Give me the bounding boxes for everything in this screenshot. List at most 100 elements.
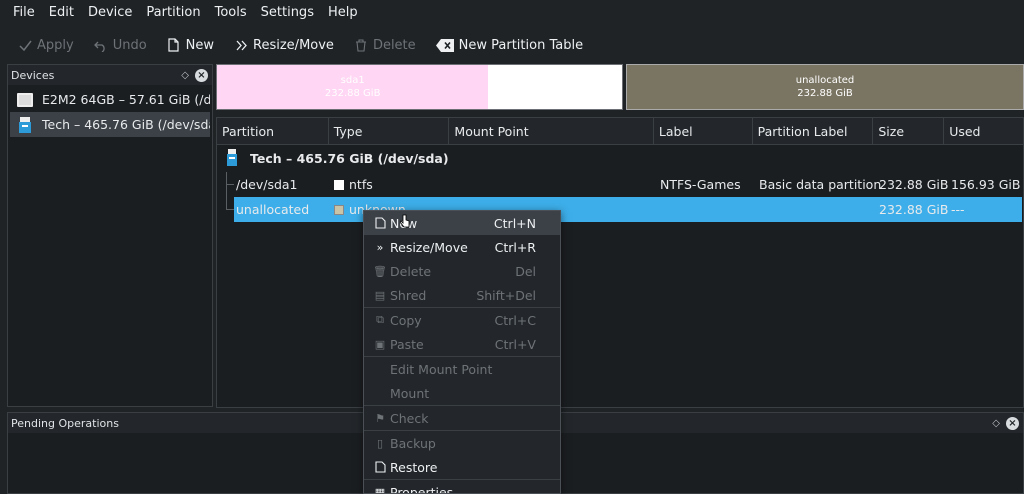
menu-file[interactable]: File <box>6 0 42 25</box>
menu-device[interactable]: Device <box>81 0 139 25</box>
new-button[interactable]: New <box>167 38 214 53</box>
menu-settings[interactable]: Settings <box>254 0 321 25</box>
column-header-label[interactable]: Label <box>654 118 753 144</box>
cell-partition: unallocated <box>236 202 310 217</box>
column-header-partition-label[interactable]: Partition Label <box>753 118 874 144</box>
double-chevron-icon <box>234 38 248 52</box>
device-row-label: Tech – 465.76 GiB (/dev/sda) <box>250 151 449 166</box>
checkmark-icon <box>18 38 32 52</box>
column-header-size[interactable]: Size <box>873 118 945 144</box>
partition-graphic-unallocated[interactable]: unallocated 232.88 GiB <box>626 64 1024 110</box>
table-header: Partition Type Mount Point Label Partiti… <box>217 118 1023 145</box>
cell-label: NTFS-Games <box>660 177 741 192</box>
menu-edit[interactable]: Edit <box>42 0 81 25</box>
column-header-used[interactable]: Used <box>944 118 1023 144</box>
apply-button[interactable]: Apply <box>18 38 74 53</box>
backup-icon: ▯ <box>376 436 384 450</box>
cell-used: 156.93 GiB <box>951 177 1021 192</box>
menu-item-shortcut: Del <box>515 263 536 279</box>
context-menu-copy[interactable]: ⧉ Copy Ctrl+C <box>364 308 560 332</box>
menu-partition[interactable]: Partition <box>139 0 207 25</box>
flag-icon: ⚑ <box>375 411 385 425</box>
new-label: New <box>185 37 215 53</box>
fs-color-swatch <box>334 180 344 190</box>
drive-icon <box>16 116 34 134</box>
double-chevron-icon: » <box>376 240 384 254</box>
device-item-tech[interactable]: Tech – 465.76 GiB (/dev/sda) <box>10 112 210 137</box>
context-menu-paste[interactable]: ▣ Paste Ctrl+V <box>364 332 560 356</box>
menu-item-label: Mount <box>390 385 430 401</box>
new-document-icon <box>372 217 388 229</box>
close-icon[interactable]: × <box>195 68 208 82</box>
partition-graphic-sda1[interactable]: sda1 232.88 GiB <box>216 64 623 110</box>
context-menu-new[interactable]: New Ctrl+N <box>364 211 560 235</box>
menu-item-label: Edit Mount Point <box>390 361 493 377</box>
cell-type-text: ntfs <box>349 177 373 192</box>
context-menu-delete[interactable]: 🗑 Delete Del <box>364 259 560 283</box>
float-icon[interactable]: ◇ <box>992 418 1000 429</box>
menu-item-label: Check <box>390 410 429 426</box>
context-menu-edit-mount-point[interactable]: Edit Mount Point <box>364 357 560 381</box>
menu-item-label: Copy <box>390 312 422 328</box>
menu-item-shortcut: Ctrl+N <box>493 215 536 231</box>
device-label: Tech – 465.76 GiB (/dev/sda) <box>42 117 210 132</box>
restore-icon <box>372 461 388 473</box>
context-menu-properties[interactable]: ▦ Properties <box>364 480 560 494</box>
resize-move-button[interactable]: Resize/Move <box>234 38 334 53</box>
menu-item-shortcut: Shift+Del <box>476 287 536 303</box>
menu-item-label: Shred <box>390 287 427 303</box>
column-header-type[interactable]: Type <box>329 118 450 144</box>
devices-title: Devices <box>11 68 55 82</box>
drive-icon <box>225 149 239 170</box>
menu-item-shortcut: Ctrl+R <box>494 239 536 255</box>
device-item-e2m2[interactable]: E2M2 64GB – 57.61 GiB (/de... <box>10 87 210 112</box>
toolbar: Apply Undo New Resize/Move Delete New Pa… <box>0 31 1024 59</box>
context-menu-backup[interactable]: ▯ Backup <box>364 431 560 455</box>
column-header-mount-point[interactable]: Mount Point <box>449 118 654 144</box>
graphic-sda1-size: 232.88 GiB <box>324 88 381 99</box>
trash-icon: 🗑 <box>373 264 387 278</box>
trash-icon <box>354 38 368 52</box>
context-menu-restore[interactable]: Restore <box>364 455 560 479</box>
cell-partition-label: Basic data partition <box>759 177 882 192</box>
table-device-row[interactable]: Tech – 465.76 GiB (/dev/sda) <box>217 146 1023 171</box>
properties-icon: ▦ <box>374 485 386 494</box>
graphic-sda1-name: sda1 <box>340 75 365 86</box>
column-header-partition[interactable]: Partition <box>217 118 329 144</box>
graphic-unalloc-name: unallocated <box>795 75 855 86</box>
close-icon[interactable]: × <box>1006 416 1019 430</box>
table-row[interactable]: /dev/sda1 ntfs NTFS-Games Basic data par… <box>217 172 1023 197</box>
menu-bar: File Edit Device Partition Tools Setting… <box>0 0 1024 25</box>
graphic-unalloc-size: 232.88 GiB <box>797 88 853 99</box>
float-icon[interactable]: ◇ <box>181 70 189 81</box>
menu-help[interactable]: Help <box>321 0 365 25</box>
new-partition-table-label: New Partition Table <box>458 37 584 53</box>
context-menu-mount[interactable]: Mount <box>364 381 560 405</box>
device-list: E2M2 64GB – 57.61 GiB (/de... Tech – 465… <box>8 85 212 139</box>
new-partition-table-button[interactable]: New Partition Table <box>435 37 584 53</box>
context-menu-resize-move[interactable]: » Resize/Move Ctrl+R <box>364 235 560 259</box>
new-document-icon <box>167 38 181 52</box>
cell-type: ntfs <box>334 172 373 197</box>
context-menu-shred[interactable]: ▤ Shred Shift+Del <box>364 283 560 307</box>
devices-panel: Devices ◇ × E2M2 64GB – 57.61 GiB (/de..… <box>7 64 213 407</box>
cell-size: 232.88 GiB <box>879 202 949 217</box>
table-row-selected[interactable]: unallocated unknown 232.88 GiB --- <box>234 197 1022 222</box>
menu-item-label: Properties <box>390 484 454 494</box>
undo-icon <box>94 38 108 52</box>
clear-table-icon <box>435 38 454 52</box>
menu-tools[interactable]: Tools <box>208 0 254 25</box>
menu-item-label: Restore <box>390 459 438 475</box>
delete-label: Delete <box>372 37 416 53</box>
undo-label: Undo <box>112 37 147 53</box>
undo-button[interactable]: Undo <box>94 38 147 53</box>
copy-icon: ⧉ <box>376 313 384 326</box>
context-menu: New Ctrl+N » Resize/Move Ctrl+R 🗑 Delete… <box>363 210 561 494</box>
partition-used-fill: sda1 232.88 GiB <box>217 65 489 109</box>
delete-button[interactable]: Delete <box>354 38 416 53</box>
context-menu-check[interactable]: ⚑ Check <box>364 406 560 430</box>
cell-used: --- <box>951 202 965 217</box>
resize-move-label: Resize/Move <box>253 37 334 53</box>
partition-table: Partition Type Mount Point Label Partiti… <box>216 117 1024 408</box>
mouse-cursor-icon <box>400 214 410 228</box>
